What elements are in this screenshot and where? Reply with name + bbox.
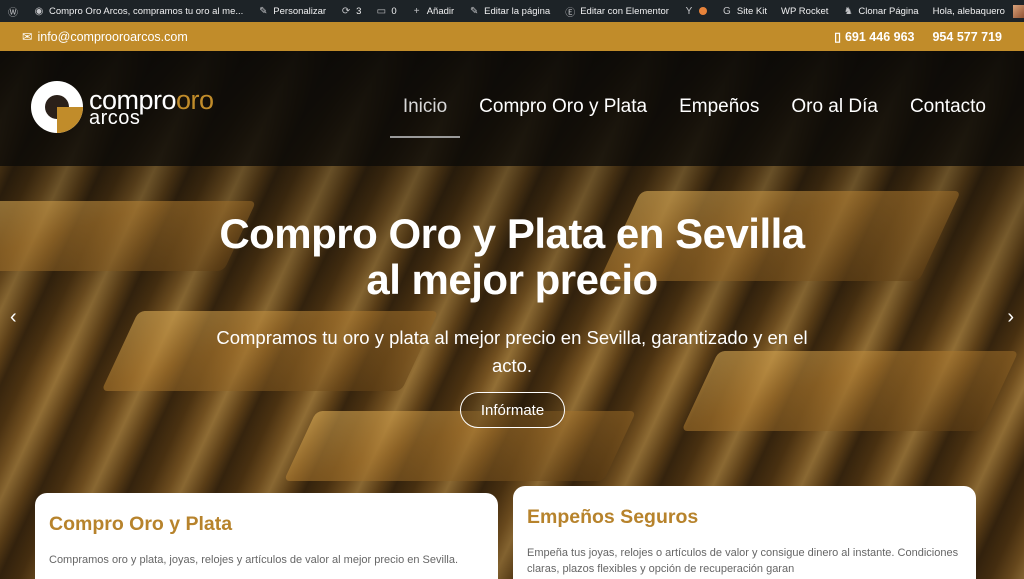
site-header: comprooro arcos Inicio Compro Oro y Plat… <box>0 51 1024 166</box>
card-text: Empeña tus joyas, relojes o artículos de… <box>527 547 959 575</box>
gold-bar-decoration <box>283 411 637 481</box>
yoast-link[interactable]: Y <box>676 0 714 22</box>
hero-subtitle: Compramos tu oro y plata al mejor precio… <box>216 327 808 376</box>
card-title: Compro Oro y Plata <box>49 513 233 535</box>
envelope-icon: ✉ <box>22 30 33 44</box>
wp-rocket-link[interactable]: WP Rocket <box>774 0 835 22</box>
wordpress-logo-button[interactable]: Ⓦ <box>0 0 26 22</box>
service-card-compro: Compro Oro y Plata Compramos oro y plata… <box>35 493 498 579</box>
phone-link-1[interactable]: ▯ 691 446 963 <box>834 29 914 45</box>
avatar <box>1012 4 1024 18</box>
slider-next-icon[interactable]: › <box>1007 306 1014 329</box>
nav-oro-al-dia[interactable]: Oro al Día <box>791 96 878 138</box>
sheep-icon: ♞ <box>843 5 853 17</box>
yoast-icon: Y <box>685 5 693 17</box>
card-title: Empeños Seguros <box>527 506 699 528</box>
logo-mark-icon <box>31 81 83 133</box>
card-text: Compramos oro y plata, joyas, relojes y … <box>49 554 459 566</box>
nav-compro-oro-plata[interactable]: Compro Oro y Plata <box>479 96 647 138</box>
plus-icon: + <box>413 5 420 17</box>
cta-button[interactable]: Infórmate <box>460 392 565 428</box>
pencil-icon: ✎ <box>469 5 479 17</box>
comments-link[interactable]: ▭ 0 <box>368 0 403 22</box>
email-link[interactable]: ✉ info@comprooroarcos.com <box>22 29 188 45</box>
dashboard-icon: ◉ <box>34 5 44 17</box>
hero-title: Compro Oro y Plata en Sevilla al mejor p… <box>219 210 805 303</box>
mobile-phone-icon: ▯ <box>834 30 841 44</box>
clone-page-link[interactable]: ♞ Clonar Página <box>835 0 925 22</box>
updates-link[interactable]: ⟳ 3 <box>333 0 368 22</box>
edit-elementor-link[interactable]: Ⓔ Editar con Elementor <box>557 0 676 22</box>
customize-link[interactable]: ✎ Personalizar <box>250 0 333 22</box>
comment-icon: ▭ <box>376 5 387 17</box>
site-name-link[interactable]: ◉ Compro Oro Arcos, compramos tu oro al m… <box>26 0 250 22</box>
nav-empenos[interactable]: Empeños <box>679 96 759 138</box>
service-card-empenos: Empeños Seguros Empeña tus joyas, reloje… <box>513 486 976 579</box>
nav-inicio[interactable]: Inicio <box>389 96 461 138</box>
edit-page-link[interactable]: ✎ Editar la página <box>461 0 557 22</box>
slider-prev-icon[interactable]: ‹ <box>10 306 17 329</box>
main-nav: Inicio Compro Oro y Plata Empeños Oro al… <box>389 96 986 138</box>
add-new-link[interactable]: + Añadir <box>404 0 461 22</box>
hero-slider: comprooro arcos Inicio Compro Oro y Plat… <box>0 51 1024 579</box>
phone-link-2[interactable]: 954 577 719 <box>932 30 1002 44</box>
refresh-icon: ⟳ <box>341 5 351 17</box>
google-icon: G <box>723 5 731 17</box>
wp-admin-bar: Ⓦ ◉ Compro Oro Arcos, compramos tu oro al… <box>0 0 1024 22</box>
site-kit-link[interactable]: G Site Kit <box>714 0 774 22</box>
elementor-icon: Ⓔ <box>565 7 576 19</box>
nav-contacto[interactable]: Contacto <box>910 96 986 138</box>
brush-icon: ✎ <box>259 5 268 17</box>
account-menu[interactable]: Hola, alebaquero <box>926 0 1024 22</box>
contact-bar: ✉ info@comprooroarcos.com ▯ 691 446 963 9… <box>0 22 1024 51</box>
status-dot-icon <box>698 7 707 15</box>
wordpress-icon: Ⓦ <box>8 7 18 19</box>
site-logo[interactable]: comprooro arcos <box>31 81 214 133</box>
